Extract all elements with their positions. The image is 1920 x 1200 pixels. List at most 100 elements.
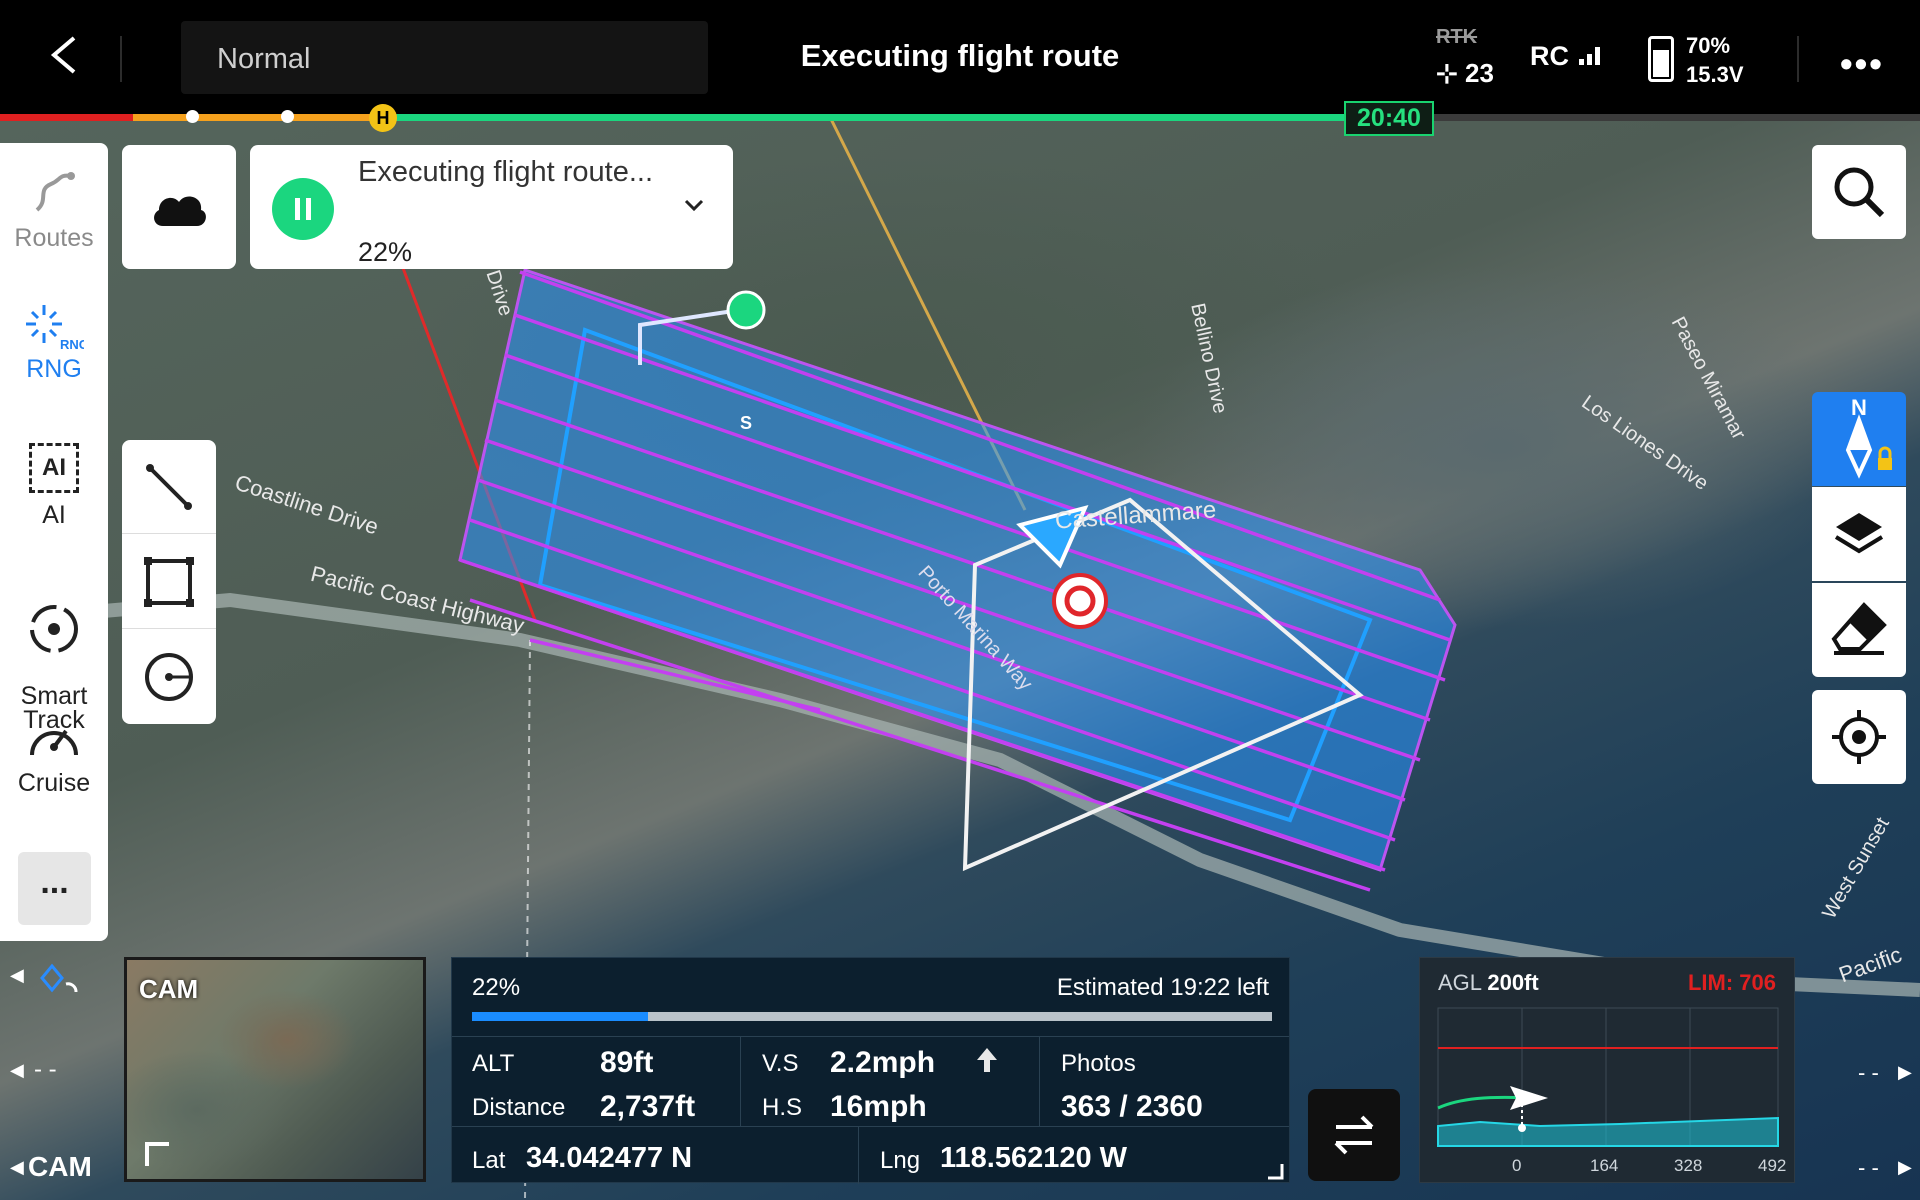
arrow-up-icon <box>977 1048 997 1072</box>
sidebar-more-button[interactable]: ... <box>18 852 91 925</box>
satellite-count-value: 23 <box>1465 58 1494 88</box>
route-progress-percent: 22% <box>472 974 521 1001</box>
circle-tool-icon <box>145 653 193 701</box>
sidebar-item-cruise[interactable]: Cruise <box>0 715 108 798</box>
routes-icon <box>35 172 75 212</box>
altitude-chart <box>1437 1007 1779 1147</box>
battery-status: 70% 15.3V <box>1686 31 1744 89</box>
estimated-time-left: Estimated 19:22 left <box>1056 974 1269 1001</box>
battery-percent: 70% <box>1686 33 1731 58</box>
expand-corner-icon[interactable] <box>143 1140 173 1170</box>
swap-view-button[interactable] <box>1308 1089 1400 1181</box>
edge-arrow-left-icon[interactable]: ◀ <box>10 1060 24 1081</box>
flight-status-card[interactable]: Executing flight route... 22% <box>250 145 733 269</box>
edge-cam-label: CAM <box>28 1151 92 1182</box>
flight-status-title: Executing flight route... <box>358 156 653 188</box>
area-tool-icon <box>144 557 194 607</box>
vertical-speed-label: V.S <box>762 1050 799 1077</box>
progress-waypoint <box>186 110 199 123</box>
swap-arrows-icon <box>1334 1115 1374 1155</box>
photos-value: 363 / 2360 <box>1061 1090 1203 1123</box>
battery-icon <box>1648 36 1674 82</box>
edge-arrow-left-icon[interactable]: ◀ <box>10 1157 24 1178</box>
locate-icon <box>1832 710 1886 764</box>
latitude-label: Lat <box>472 1147 506 1174</box>
edge-dash: - - <box>34 1056 57 1083</box>
camera-preview[interactable]: CAM <box>124 957 426 1182</box>
locate-button[interactable] <box>1812 690 1906 784</box>
progress-segment-orange <box>133 114 383 121</box>
vertical-speed-value: 2.2mph <box>830 1046 936 1079</box>
altitude-value: 89ft <box>600 1046 654 1079</box>
weather-button[interactable] <box>122 145 236 269</box>
compass-lock-button[interactable]: N <box>1812 392 1906 486</box>
compass-north-label: N <box>1851 395 1867 420</box>
chevron-down-icon[interactable] <box>680 191 708 219</box>
pause-icon <box>295 198 311 220</box>
altitude-profile: AGL 200ft LIM: 706 0 164 328 492 <box>1419 957 1795 1183</box>
back-arrow-icon[interactable] <box>40 30 86 80</box>
progress-segment-green <box>383 114 1346 121</box>
signal-bars-icon <box>1578 47 1600 65</box>
sidebar-item-rng[interactable]: RNG RNG <box>0 303 108 384</box>
route-progress-fill <box>472 1012 648 1021</box>
rtk-status: RTK <box>1436 26 1478 48</box>
satellite-icon: ⊹ <box>1436 58 1466 88</box>
search-button[interactable] <box>1812 145 1906 239</box>
speedometer-icon <box>30 729 78 756</box>
drawing-tools <box>122 440 216 724</box>
eraser-icon <box>1831 602 1887 655</box>
home-marker: H <box>369 104 397 132</box>
start-marker-label: S <box>739 413 752 433</box>
smart-track-icon <box>30 605 78 653</box>
target-marker <box>1052 573 1108 629</box>
sidebar-item-ai[interactable]: AI AI <box>0 443 108 530</box>
edge-arrow-right-icon[interactable]: ▶ <box>1898 1157 1912 1178</box>
flight-status-progress: 22% <box>358 237 413 267</box>
longitude-value: 118.562120 W <box>940 1142 1128 1174</box>
flight-mode-selector[interactable]: Normal <box>181 21 708 94</box>
more-menu-icon[interactable]: ••• <box>1840 43 1884 85</box>
layers-icon <box>1834 513 1884 554</box>
battery-voltage: 15.3V <box>1686 62 1744 87</box>
start-marker <box>726 290 766 330</box>
edge-dash: - - <box>1858 1155 1879 1180</box>
cloud-icon <box>154 196 206 226</box>
divider <box>1797 36 1799 82</box>
eraser-button[interactable] <box>1812 583 1906 677</box>
top-bar: Normal Executing flight route RTK ⊹ 23 R… <box>0 0 1920 117</box>
ai-icon: AI <box>29 443 79 493</box>
map-layers-button[interactable] <box>1812 487 1906 581</box>
horizontal-speed-label: H.S <box>762 1094 803 1121</box>
divider <box>120 36 122 82</box>
sidebar-item-smart-track[interactable]: Smart Track <box>0 578 108 733</box>
edge-arrow-left-icon[interactable]: ◀ <box>10 965 24 986</box>
search-icon <box>1834 167 1885 218</box>
rc-label: RC <box>1530 41 1569 71</box>
edge-arrow-right-icon[interactable]: ▶ <box>1898 1062 1912 1083</box>
draw-circle-tool[interactable] <box>122 630 216 724</box>
draw-area-tool[interactable] <box>122 535 216 629</box>
edge-dash: - - <box>1858 1060 1879 1085</box>
camera-label: CAM <box>139 974 199 1004</box>
horizontal-speed-value: 16mph <box>830 1090 927 1123</box>
progress-waypoint <box>281 110 294 123</box>
telemetry-panel: 22% Estimated 19:22 left ALT 89ft Distan… <box>451 957 1290 1184</box>
photos-label: Photos <box>1061 1050 1136 1077</box>
rng-icon: RNG <box>26 305 84 351</box>
sidebar-item-label: RNG <box>26 355 82 383</box>
distance-value: 2,737ft <box>600 1090 696 1123</box>
draw-line-tool[interactable] <box>122 440 216 534</box>
longitude-label: Lng <box>880 1147 921 1174</box>
distance-label: Distance <box>472 1094 566 1121</box>
gimbal-icon <box>40 963 78 993</box>
sidebar-item-routes[interactable]: Routes <box>0 170 108 253</box>
resize-corner-icon[interactable] <box>1266 1162 1284 1180</box>
satellite-count: ⊹ 23 <box>1436 58 1494 89</box>
rng-badge: RNG <box>60 337 84 351</box>
line-tool-icon <box>146 464 192 510</box>
pause-button[interactable] <box>272 178 334 240</box>
sidebar-item-label: Routes <box>14 224 94 252</box>
left-sidebar: Routes RNG RNG AI AI Smart Track Cruise … <box>0 143 108 941</box>
latitude-value: 34.042477 N <box>526 1142 693 1174</box>
